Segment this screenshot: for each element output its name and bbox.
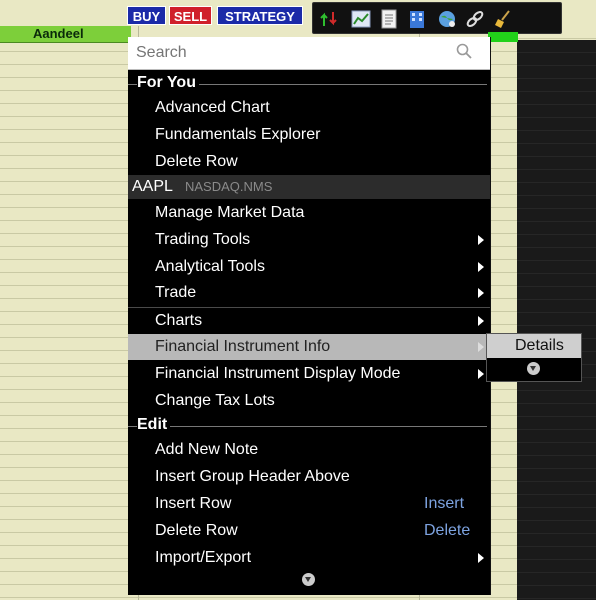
menu-item-label: Analytical Tools [155,258,265,275]
menu-item-import-export[interactable]: Import/Export [128,545,490,571]
menu-item-delete-row[interactable]: Delete Row [128,149,490,175]
context-menu: For You Advanced Chart Fundamentals Expl… [128,37,491,595]
menu-item-financial-instrument-info[interactable]: Financial Instrument Info [128,334,490,360]
search-box [128,37,490,70]
column-header-label: Aandeel [33,26,84,41]
broom-icon[interactable] [493,9,513,29]
symbol-ticker: AAPL [132,178,173,195]
menu-item-label: Delete Row [155,522,238,539]
building-icon[interactable] [407,9,427,29]
menu-item-trading-tools[interactable]: Trading Tools [128,227,490,253]
menu-item-analytical-tools[interactable]: Analytical Tools [128,254,490,280]
globe-icon[interactable] [437,9,457,29]
menu-item-change-tax-lots[interactable]: Change Tax Lots [128,388,490,414]
menu-item-label: Add New Note [155,441,259,458]
submenu-arrow-icon [478,553,484,563]
menu-item-label: Charts [155,312,203,329]
symbol-header: AAPL NASDAQ.NMS [128,175,490,199]
submenu-arrow-icon [478,316,484,326]
toolbar [312,2,562,34]
scroll-down-icon[interactable] [302,573,315,586]
menu-item-advanced-chart[interactable]: Advanced Chart [128,95,490,121]
shortcut-label: Insert [424,495,465,512]
menu-item-insert-row[interactable]: Insert Row Insert [128,491,490,517]
menu-item-label: Fundamentals Explorer [155,126,321,143]
scroll-down-icon[interactable] [527,362,540,375]
menu-item-insert-group-header-above[interactable]: Insert Group Header Above [128,464,490,490]
menu-item-label: Insert Row [155,495,232,512]
shortcut-label: Delete [424,522,471,539]
green-arrows-icon[interactable] [319,9,339,29]
menu-item-label: Advanced Chart [155,99,270,116]
submenu-arrow-icon [478,342,484,352]
search-input[interactable] [136,41,436,65]
menu-item-manage-market-data[interactable]: Manage Market Data [128,200,490,226]
section-title: Edit [137,416,171,434]
menu-item-add-new-note[interactable]: Add New Note [128,437,490,463]
menu-item-label: Import/Export [155,549,252,566]
menu-item-label: Change Tax Lots [155,392,275,409]
menu-item-label: Insert Group Header Above [155,468,350,485]
submenu-item-label: Details [515,337,564,354]
menu-item-label: Delete Row [155,153,238,170]
menu-item-label: Manage Market Data [155,204,305,221]
menu-item-charts[interactable]: Charts [128,307,490,334]
menu-item-label: Trading Tools [155,231,251,248]
symbol-exchange: NASDAQ.NMS [185,179,273,194]
submenu-arrow-icon [478,288,484,298]
column-header-aandeel[interactable]: Aandeel [0,26,131,43]
section-for-you: For You [128,72,490,94]
section-title: For You [137,74,199,92]
submenu-arrow-icon [478,369,484,379]
menu-item-label: Trade [155,284,197,301]
buy-button[interactable]: BUY [127,6,166,25]
strategy-button[interactable]: STRATEGY [217,6,303,25]
dark-column [517,40,596,600]
section-edit: Edit [128,414,490,436]
menu-item-trade[interactable]: Trade [128,280,490,306]
sell-button[interactable]: SELL [169,6,212,25]
chart-icon[interactable] [351,9,371,29]
status-bar-green [488,32,518,42]
section-divider [128,426,487,427]
submenu-arrow-icon [478,235,484,245]
menu-item-fundamentals-explorer[interactable]: Fundamentals Explorer [128,122,490,148]
menu-item-delete-row-edit[interactable]: Delete Row Delete [128,518,490,544]
menu-item-label: Financial Instrument Display Mode [155,365,401,382]
link-icon[interactable] [465,9,485,29]
document-icon[interactable] [379,9,399,29]
menu-item-label: Financial Instrument Info [155,338,331,355]
submenu-arrow-icon [478,262,484,272]
submenu-item-details[interactable]: Details [487,334,581,358]
search-icon[interactable] [456,43,472,59]
menu-item-financial-instrument-display-mode[interactable]: Financial Instrument Display Mode [128,361,490,387]
submenu-financial-instrument-info: Details [486,333,582,382]
